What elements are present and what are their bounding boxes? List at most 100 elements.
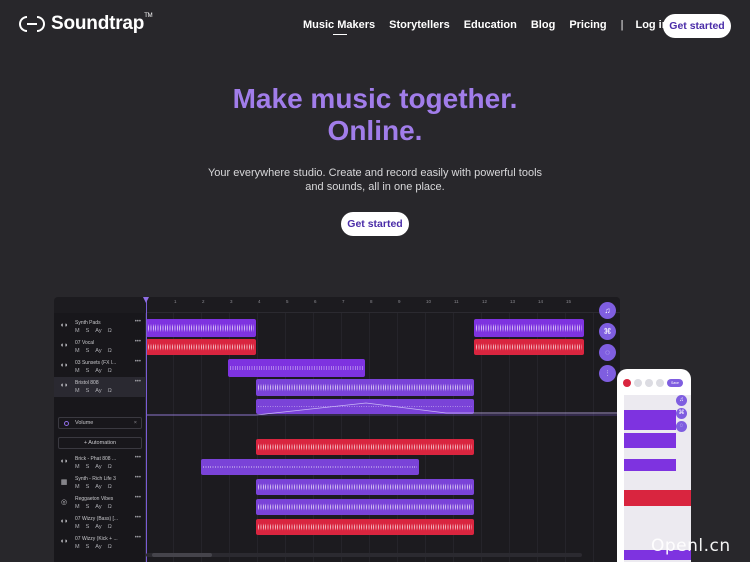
audio-clip[interactable]: [256, 499, 474, 515]
mute-button[interactable]: M: [75, 464, 80, 470]
track-header[interactable]: ◖◗ Bristol 808 ••• M S Ay Ω: [54, 377, 146, 397]
track-menu-icon[interactable]: •••: [135, 495, 141, 501]
track-header[interactable]: ◖◗ Brick - Phat 808 ... ••• M S Ay Ω: [54, 453, 146, 473]
track-header[interactable]: ◖◗ 07 Wizzy (Bass) [... ••• M S Ay Ω: [54, 513, 146, 533]
close-icon[interactable]: ×: [134, 420, 137, 426]
timeline-ruler[interactable]: 1 2 3 4 5 6 7 8 9 10 11 12 13 14 15: [146, 297, 620, 313]
automation-curve[interactable]: [146, 401, 620, 421]
audio-clip[interactable]: [201, 459, 419, 475]
arrangement-grid[interactable]: [146, 313, 620, 562]
track-name: Bristol 808: [75, 380, 99, 386]
chat-icon[interactable]: ◌: [599, 344, 616, 361]
mobile-save-button[interactable]: Save: [667, 379, 683, 387]
headphones-icon[interactable]: Ω: [108, 484, 112, 490]
mute-button[interactable]: M: [75, 348, 80, 354]
playhead[interactable]: [146, 297, 147, 562]
skip-back-icon[interactable]: [634, 379, 642, 387]
ruler-tick-label: 15: [566, 299, 572, 304]
record-icon[interactable]: [623, 379, 631, 387]
automation-volume-select[interactable]: Volume ×: [58, 417, 142, 429]
hero-get-started-button[interactable]: Get started: [341, 212, 409, 236]
track-header[interactable]: ▦ Synth - Rich Life 3 ••• M S Ay Ω: [54, 473, 146, 493]
waveform-icon: ◖◗: [59, 382, 69, 389]
headphones-icon[interactable]: Ω: [108, 544, 112, 550]
play-icon[interactable]: [645, 379, 653, 387]
audio-clip[interactable]: [474, 339, 584, 355]
track-menu-icon[interactable]: •••: [135, 455, 141, 461]
audio-clip[interactable]: [256, 479, 474, 495]
audio-clip[interactable]: [256, 379, 474, 396]
headphones-icon[interactable]: Ω: [108, 524, 112, 530]
nav-blog[interactable]: Blog: [531, 19, 555, 31]
nav-education[interactable]: Education: [464, 19, 517, 31]
headphones-icon[interactable]: Ω: [108, 328, 112, 334]
watermark: Openl.cn: [651, 536, 731, 556]
track-header[interactable]: ◖◗ 07 Vocal ••• M S Ay Ω: [54, 337, 146, 357]
solo-button[interactable]: S: [86, 464, 90, 470]
autotune-button[interactable]: Ay: [95, 544, 101, 550]
audio-clip[interactable]: [146, 339, 256, 355]
autotune-button[interactable]: Ay: [95, 464, 101, 470]
track-menu-icon[interactable]: •••: [135, 475, 141, 481]
autotune-button[interactable]: Ay: [95, 348, 101, 354]
mute-button[interactable]: M: [75, 484, 80, 490]
headphones-icon[interactable]: Ω: [108, 388, 112, 394]
add-automation-button[interactable]: + Automation: [58, 437, 142, 449]
music-note-icon[interactable]: ♫: [599, 302, 616, 319]
mute-button[interactable]: M: [75, 388, 80, 394]
mobile-chat-icon[interactable]: ◌: [676, 421, 687, 432]
track-menu-icon[interactable]: •••: [135, 535, 141, 541]
autotune-button[interactable]: Ay: [95, 524, 101, 530]
solo-button[interactable]: S: [86, 348, 90, 354]
autotune-button[interactable]: Ay: [95, 504, 101, 510]
mute-button[interactable]: M: [75, 524, 80, 530]
track-header[interactable]: ◖◗ 03 Sunsets (FX l... ••• M S Ay Ω: [54, 357, 146, 377]
mobile-loops-icon[interactable]: ⌘: [676, 408, 687, 419]
headphones-icon[interactable]: Ω: [108, 348, 112, 354]
mute-button[interactable]: M: [75, 368, 80, 374]
audio-clip[interactable]: [146, 319, 256, 337]
track-menu-icon[interactable]: •••: [135, 339, 141, 345]
audio-clip[interactable]: [256, 439, 474, 455]
track-controls: M S Ay Ω: [75, 348, 112, 354]
audio-clip[interactable]: [228, 359, 365, 377]
audio-clip[interactable]: [474, 319, 584, 337]
soundtrap-logo[interactable]: SoundtrapTM: [19, 13, 153, 35]
loop-icon[interactable]: [656, 379, 664, 387]
headphones-icon[interactable]: Ω: [108, 368, 112, 374]
autotune-button[interactable]: Ay: [95, 388, 101, 394]
track-menu-icon[interactable]: •••: [135, 515, 141, 521]
header-get-started-button[interactable]: Get started: [663, 14, 731, 38]
headphones-icon[interactable]: Ω: [108, 464, 112, 470]
track-name: Synth - Rich Life 3: [75, 476, 116, 482]
track-header[interactable]: ◖◗ Synth Pads ••• M S Ay Ω: [54, 317, 146, 337]
mixer-icon[interactable]: ⫶: [599, 365, 616, 382]
nav-pricing[interactable]: Pricing: [569, 19, 606, 31]
nav-storytellers[interactable]: Storytellers: [389, 19, 450, 31]
playhead-handle[interactable]: [143, 297, 149, 303]
solo-button[interactable]: S: [86, 388, 90, 394]
mute-button[interactable]: M: [75, 504, 80, 510]
audio-clip[interactable]: [256, 519, 474, 535]
mute-button[interactable]: M: [75, 328, 80, 334]
solo-button[interactable]: S: [86, 484, 90, 490]
nav-music-makers[interactable]: Music Makers: [303, 19, 375, 35]
mobile-music-note-icon[interactable]: ♫: [676, 395, 687, 406]
solo-button[interactable]: S: [86, 328, 90, 334]
track-header[interactable]: ◖◗ 07 Wizzy (Kick + ... ••• M S Ay Ω: [54, 533, 146, 553]
track-menu-icon[interactable]: •••: [135, 359, 141, 365]
solo-button[interactable]: S: [86, 524, 90, 530]
autotune-button[interactable]: Ay: [95, 368, 101, 374]
solo-button[interactable]: S: [86, 544, 90, 550]
mute-button[interactable]: M: [75, 544, 80, 550]
autotune-button[interactable]: Ay: [95, 328, 101, 334]
headphones-icon[interactable]: Ω: [108, 504, 112, 510]
horizontal-scrollbar[interactable]: [146, 553, 582, 557]
track-menu-icon[interactable]: •••: [135, 379, 141, 385]
loops-icon[interactable]: ⌘: [599, 323, 616, 340]
autotune-button[interactable]: Ay: [95, 484, 101, 490]
track-menu-icon[interactable]: •••: [135, 319, 141, 325]
solo-button[interactable]: S: [86, 504, 90, 510]
track-header[interactable]: ◎ Reggaeton Vibes ••• M S Ay Ω: [54, 493, 146, 513]
solo-button[interactable]: S: [86, 368, 90, 374]
